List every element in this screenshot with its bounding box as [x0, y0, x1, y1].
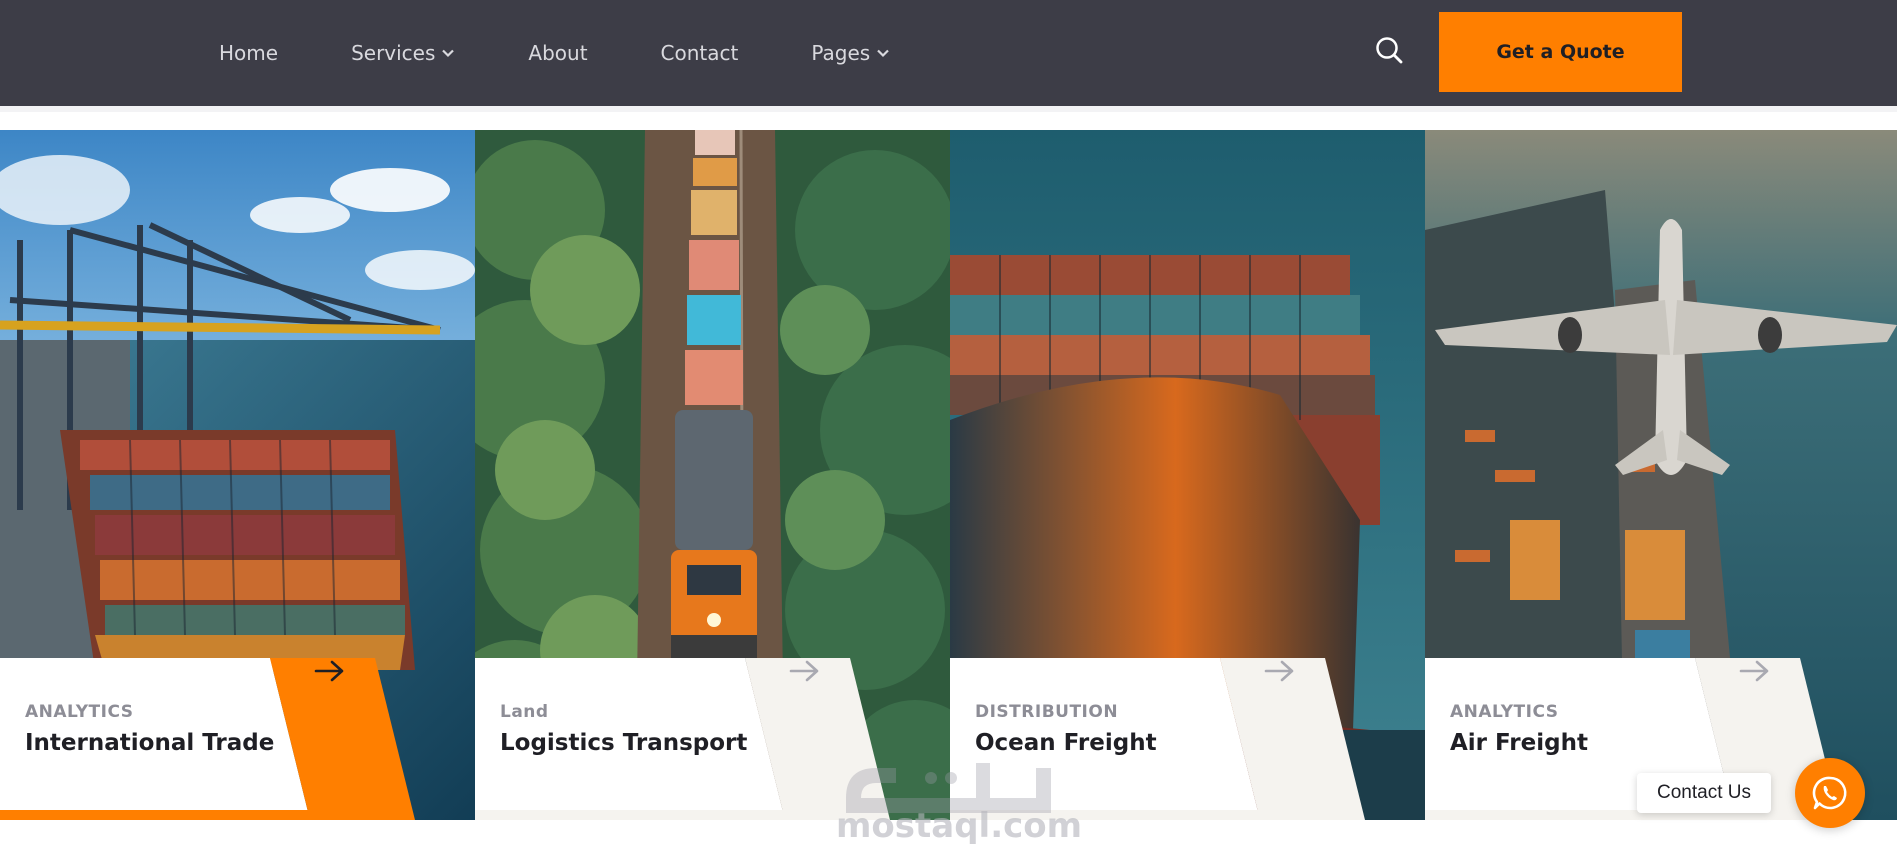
arrow-right-icon[interactable]: [1263, 658, 1297, 684]
arrow-right-icon[interactable]: [1738, 658, 1772, 684]
card-text: Land Logistics Transport: [500, 702, 747, 756]
whatsapp-button[interactable]: [1795, 758, 1865, 828]
card-text: ANALYTICS International Trade: [25, 702, 274, 756]
nav-item-home[interactable]: Home: [219, 41, 278, 65]
watermark-text: mostaql.com: [836, 806, 1083, 846]
whatsapp-icon: [1812, 776, 1847, 810]
nav-item-label: Services: [351, 41, 436, 65]
card-text: ANALYTICS Air Freight: [1450, 702, 1588, 756]
search-icon[interactable]: [1374, 35, 1404, 65]
card-info-panel: Land Logistics Transport: [475, 658, 950, 820]
card-text: DISTRIBUTION Ocean Freight: [975, 702, 1157, 756]
chevron-down-icon: [442, 49, 455, 58]
chevron-down-icon: [877, 49, 889, 58]
card-tag: DISTRIBUTION: [975, 702, 1119, 722]
card-title: International Trade: [25, 730, 275, 756]
card-title: Logistics Transport: [500, 730, 748, 756]
nav-item-pages[interactable]: Pages: [811, 41, 890, 65]
get-quote-button[interactable]: Get a Quote: [1439, 12, 1682, 92]
arrow-right-icon[interactable]: [313, 658, 347, 684]
card-tag: Land: [500, 702, 549, 722]
service-card-logistics-transport[interactable]: Land Logistics Transport: [475, 130, 950, 820]
contact-us-label[interactable]: Contact Us: [1637, 773, 1771, 813]
nav-item-about[interactable]: About: [528, 41, 587, 65]
service-card-international-trade[interactable]: ANALYTICS International Trade: [0, 130, 475, 820]
nav-item-label: Home: [219, 41, 279, 65]
nav-item-contact[interactable]: Contact: [661, 41, 739, 65]
nav-item-label: Contact: [660, 41, 739, 65]
service-cards: ANALYTICS International Trade Land Logis…: [0, 130, 1897, 820]
card-info-panel: DISTRIBUTION Ocean Freight: [950, 658, 1425, 820]
nav-item-label: About: [528, 41, 588, 65]
card-tag: ANALYTICS: [1450, 702, 1559, 722]
nav-item-label: Pages: [811, 41, 871, 65]
service-card-ocean-freight[interactable]: DISTRIBUTION Ocean Freight: [950, 130, 1425, 820]
service-card-air-freight[interactable]: ANALYTICS Air Freight: [1425, 130, 1897, 820]
site-header: Home Services About Contact Pages Get a …: [0, 0, 1897, 106]
nav-item-services[interactable]: Services: [351, 41, 455, 65]
header-divider: [0, 106, 1897, 130]
arrow-right-icon[interactable]: [788, 658, 822, 684]
main-nav: Home Services About Contact Pages: [219, 0, 963, 106]
card-title: Air Freight: [1450, 730, 1588, 756]
card-info-panel: ANALYTICS International Trade: [0, 658, 475, 820]
card-tag: ANALYTICS: [25, 702, 134, 722]
card-title: Ocean Freight: [975, 730, 1157, 756]
